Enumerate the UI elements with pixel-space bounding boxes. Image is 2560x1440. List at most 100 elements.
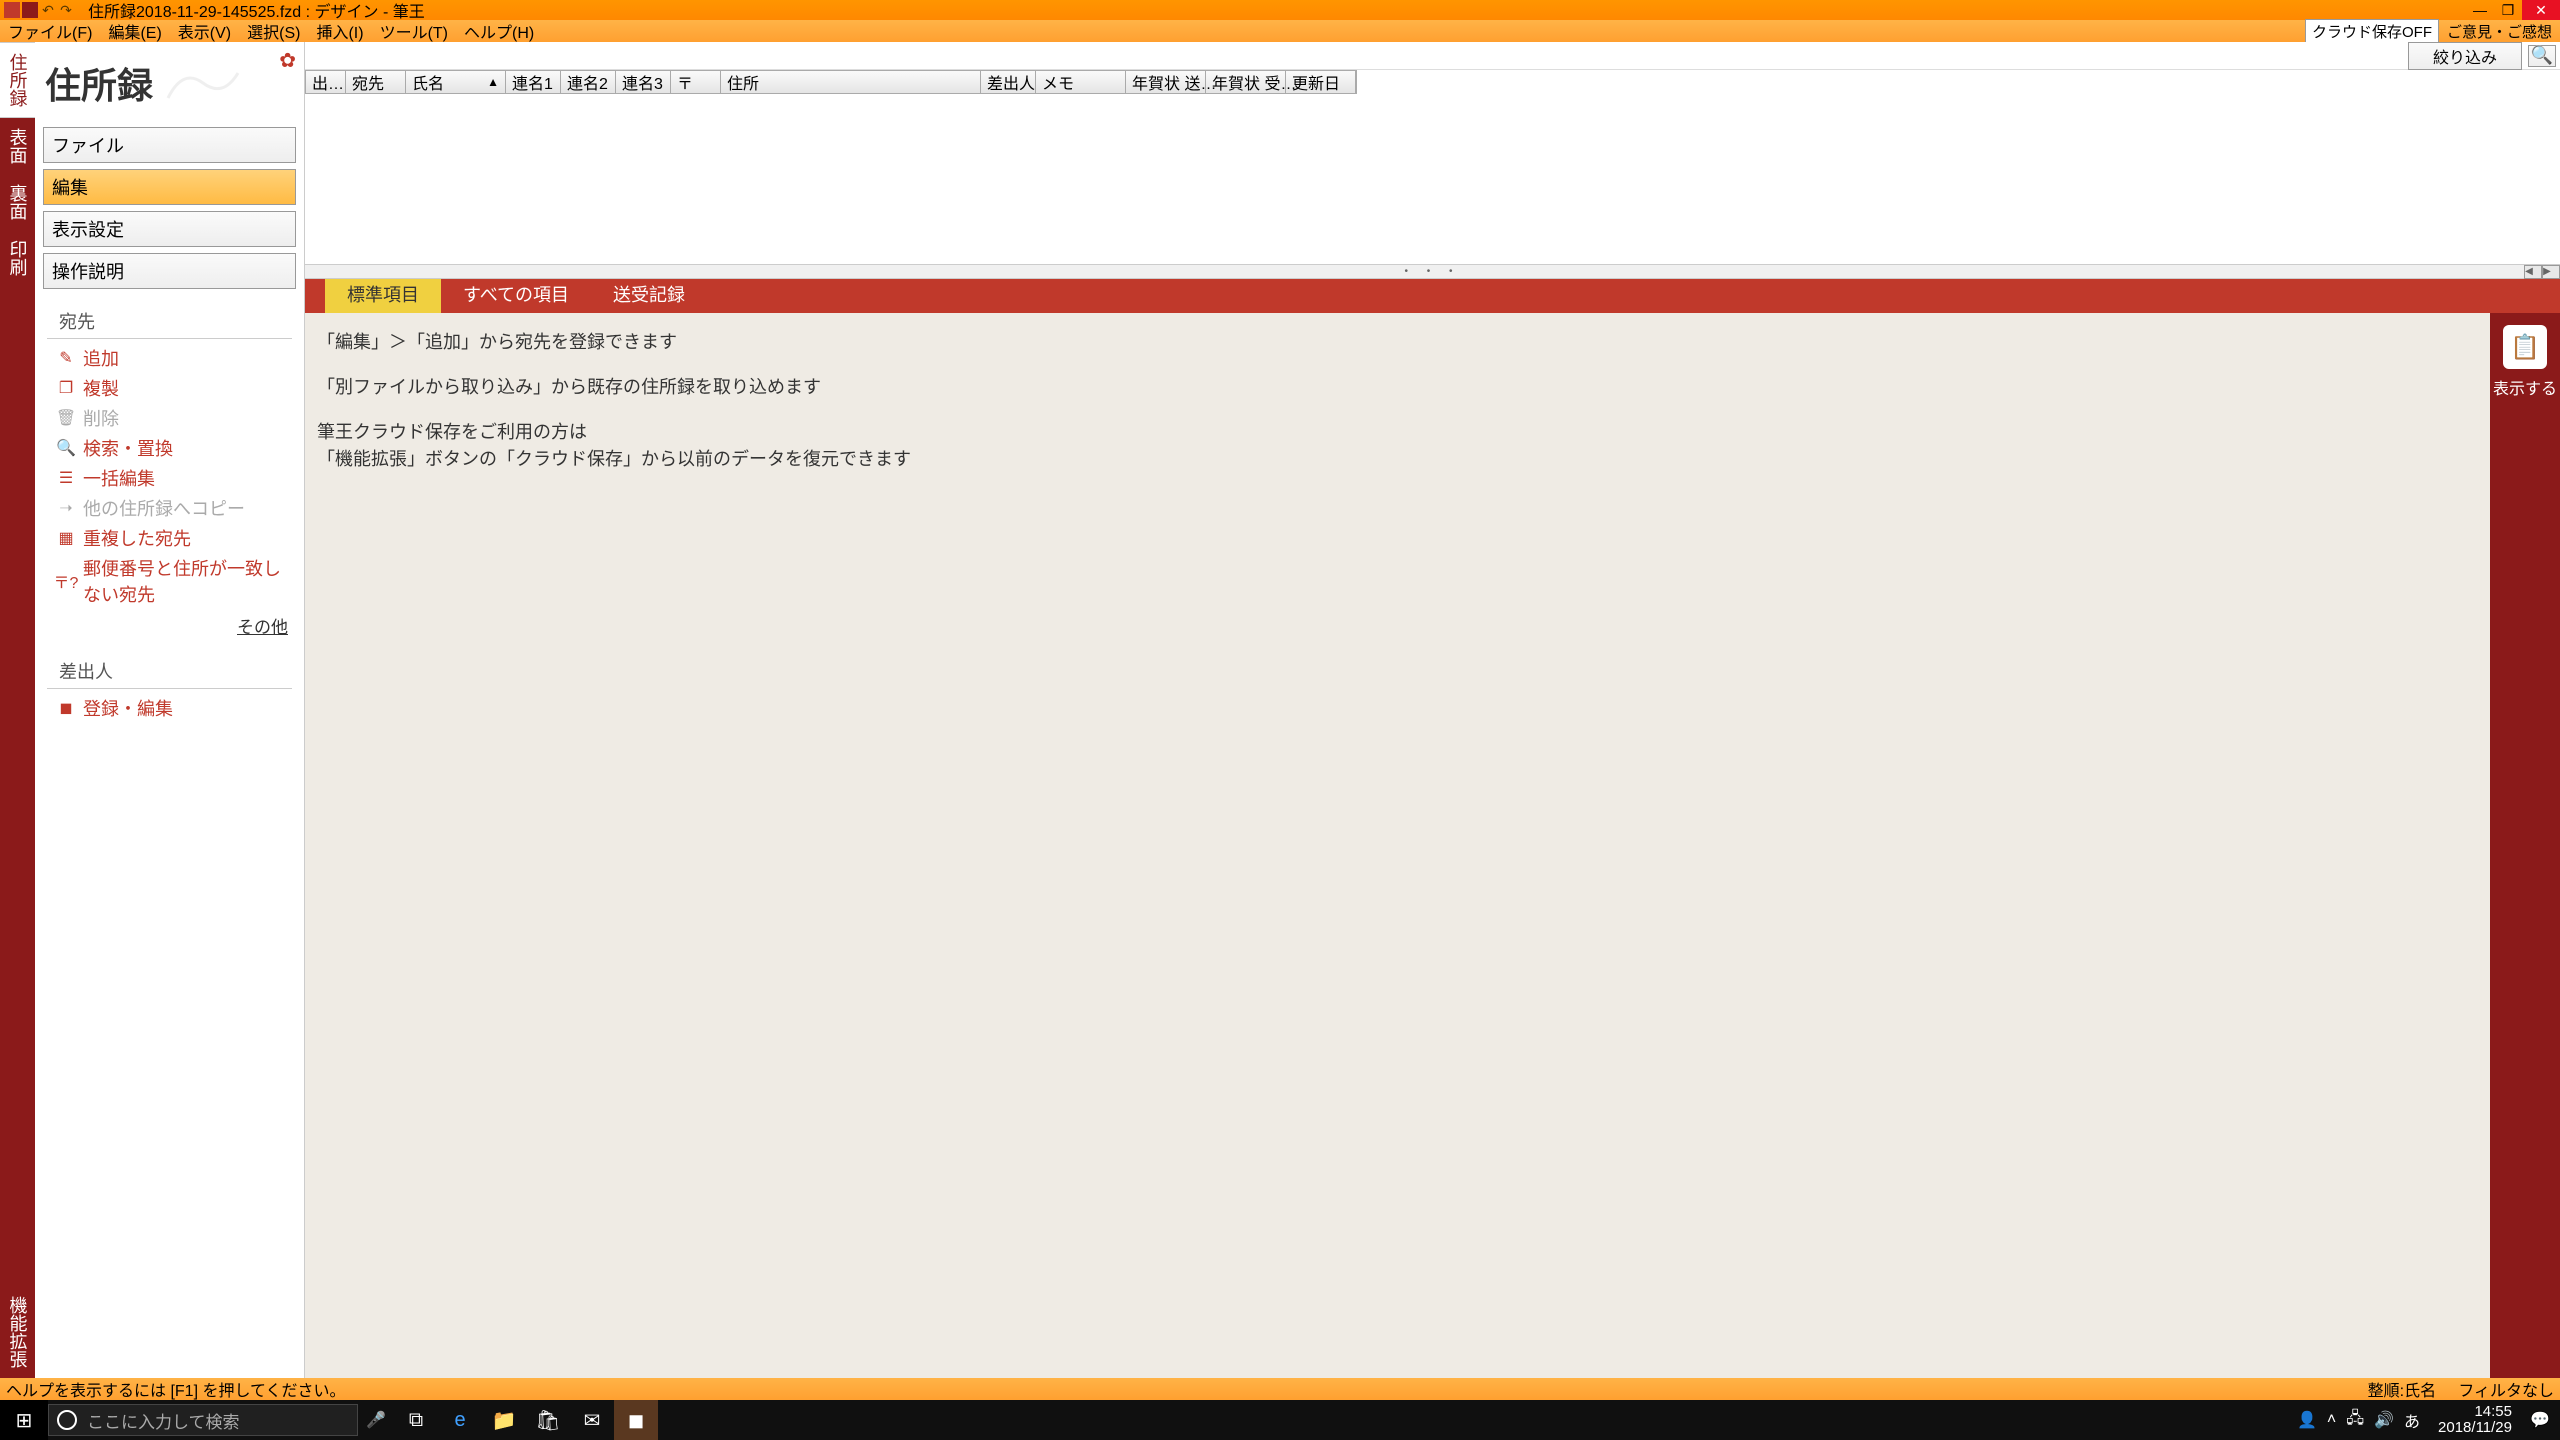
section-edit[interactable]: 編集 <box>43 169 296 205</box>
vtab-print[interactable]: 印刷 <box>0 230 35 286</box>
tray-up-icon[interactable]: ˄ <box>2327 1411 2336 1429</box>
splitter[interactable]: • • • ◀ ▶ <box>305 264 2560 279</box>
sb-copy-label: 複製 <box>83 375 119 401</box>
redo-icon[interactable]: ↷ <box>58 2 74 18</box>
statusbar: ヘルプを表示するには [F1] を押してください。 整順:氏名 フィルタなし <box>0 1378 2560 1400</box>
taskview-icon[interactable]: ⧉ <box>394 1400 438 1440</box>
col-updated[interactable]: 更新日 <box>1286 71 1356 93</box>
tray-network-icon[interactable]: 🖧 <box>2346 1407 2364 1434</box>
menu-help[interactable]: ヘルプ(H) <box>456 19 542 43</box>
col-renmei3[interactable]: 連名3 <box>616 71 671 93</box>
register-icon: ◼ <box>55 699 77 717</box>
gear-icon[interactable]: ✿ <box>279 48 296 73</box>
tab-all[interactable]: すべての項目 <box>441 275 591 313</box>
sb-dup-label: 重複した宛先 <box>83 525 191 551</box>
sb-add-label: 追加 <box>83 345 119 371</box>
taskbar-clock[interactable]: 14:55 2018/11/29 <box>2430 1404 2520 1437</box>
bulk-icon: ☰ <box>55 469 77 487</box>
tab-sendrecv[interactable]: 送受記録 <box>591 275 707 313</box>
titlebar: ↶ ↷ 住所録2018-11-29-145525.fzd : デザイン - 筆王… <box>0 0 2560 20</box>
cloud-save-off[interactable]: クラウド保存OFF <box>2305 19 2439 44</box>
sort-icon: ▲ <box>487 75 499 89</box>
app-icon <box>4 2 20 18</box>
sb-register[interactable]: ◼ 登録・編集 <box>35 693 304 723</box>
clock-time: 14:55 <box>2438 1404 2512 1421</box>
sidebar-title: 住所録 <box>45 57 153 109</box>
vtab-back[interactable]: 裏面 <box>0 174 35 230</box>
section-file[interactable]: ファイル <box>43 127 296 163</box>
menu-edit[interactable]: 編集(E) <box>100 19 169 43</box>
menu-view[interactable]: 表示(V) <box>170 19 239 43</box>
vtab-addressbook[interactable]: 住所録 <box>0 42 35 118</box>
maximize-button[interactable]: ❐ <box>2494 0 2522 20</box>
col-nyrecv[interactable]: 年賀状 受… <box>1206 71 1286 93</box>
clock-date: 2018/11/29 <box>2438 1420 2512 1437</box>
vertical-tabs: 住所録 表面 裏面 印刷 機能拡張 <box>0 42 35 1378</box>
menu-file[interactable]: ファイル(F) <box>0 19 100 43</box>
tab-standard[interactable]: 標準項目 <box>325 275 441 313</box>
col-output[interactable]: 出… <box>306 71 346 93</box>
start-button[interactable]: ⊞ <box>0 1400 48 1440</box>
sb-add[interactable]: ✎ 追加 <box>35 343 304 373</box>
splitter-right-icon[interactable]: ▶ <box>2542 265 2560 279</box>
sb-othercopy: ➝他の住所録へコピー <box>35 493 304 523</box>
sb-register-label: 登録・編集 <box>83 695 173 721</box>
vtab-extensions[interactable]: 機能拡張 <box>0 1286 35 1378</box>
store-icon[interactable]: 🛍 <box>526 1400 570 1440</box>
explorer-icon[interactable]: 📁 <box>482 1400 526 1440</box>
save-icon[interactable] <box>22 2 38 18</box>
menu-insert[interactable]: 挿入(I) <box>308 19 371 43</box>
taskbar-search[interactable]: ここに入力して検索 <box>48 1404 358 1436</box>
sb-other[interactable]: その他 <box>35 609 304 642</box>
edge-icon[interactable]: e <box>438 1400 482 1440</box>
menu-select[interactable]: 選択(S) <box>239 19 308 43</box>
grid-body[interactable] <box>305 94 2560 264</box>
section-display[interactable]: 表示設定 <box>43 211 296 247</box>
sb-dup[interactable]: ▦重複した宛先 <box>35 523 304 553</box>
menu-tool[interactable]: ツール(T) <box>372 19 456 43</box>
show-label: 表示する <box>2493 375 2557 399</box>
close-button[interactable]: ✕ <box>2522 0 2560 20</box>
tray-ime[interactable]: あ <box>2404 1408 2420 1432</box>
vtab-front[interactable]: 表面 <box>0 118 35 174</box>
col-renmei2[interactable]: 連名2 <box>561 71 616 93</box>
col-postal[interactable]: 〒 <box>671 71 721 93</box>
sb-copy[interactable]: ❐複製 <box>35 373 304 403</box>
col-address[interactable]: 住所 <box>721 71 981 93</box>
sidebar-header: ✿ 住所録 <box>35 42 304 124</box>
status-left: ヘルプを表示するには [F1] を押してください。 <box>6 1377 346 1401</box>
add-icon: ✎ <box>55 349 77 367</box>
splitter-left-icon[interactable]: ◀ <box>2524 265 2542 279</box>
detail-line1: 「編集」＞「追加」から宛先を登録できます <box>317 329 2478 356</box>
mail-icon[interactable]: ✉ <box>570 1400 614 1440</box>
sb-delete-label: 削除 <box>83 405 119 431</box>
sb-search-label: 検索・置換 <box>83 435 173 461</box>
tray-people-icon[interactable]: 👤 <box>2297 1410 2317 1430</box>
sb-mismatch[interactable]: 〒?郵便番号と住所が一致しない宛先 <box>35 553 304 609</box>
detail-wrap: 「編集」＞「追加」から宛先を登録できます 「別ファイルから取り込み」から既存の住… <box>305 313 2560 1378</box>
section-help[interactable]: 操作説明 <box>43 253 296 289</box>
filter-button[interactable]: 絞り込み <box>2408 42 2522 70</box>
col-renmei1[interactable]: 連名1 <box>506 71 561 93</box>
app-taskbar-icon[interactable]: ◼ <box>614 1400 658 1440</box>
show-button[interactable]: 📋 <box>2503 325 2547 369</box>
menubar: ファイル(F) 編集(E) 表示(V) 選択(S) 挿入(I) ツール(T) ヘ… <box>0 20 2560 42</box>
sb-search[interactable]: 🔍検索・置換 <box>35 433 304 463</box>
mic-icon[interactable]: 🎤 <box>358 1410 394 1430</box>
col-sender[interactable]: 差出人 <box>981 71 1036 93</box>
undo-icon[interactable]: ↶ <box>40 2 56 18</box>
grid-header: 出… 宛先 氏名▲ 連名1 連名2 連名3 〒 住所 差出人 メモ 年賀状 送…… <box>305 70 1357 94</box>
notification-icon[interactable]: 💬 <box>2520 1410 2560 1430</box>
search-button[interactable]: 🔍 <box>2528 45 2556 67</box>
minimize-button[interactable]: — <box>2466 0 2494 20</box>
col-atesaki[interactable]: 宛先 <box>346 71 406 93</box>
col-nysent[interactable]: 年賀状 送… <box>1126 71 1206 93</box>
feedback-link[interactable]: ご意見・ご感想 <box>2443 21 2556 42</box>
detail-rightbar: 📋 表示する <box>2490 313 2560 1378</box>
col-memo[interactable]: メモ <box>1036 71 1126 93</box>
tray-volume-icon[interactable]: 🔊 <box>2374 1410 2394 1430</box>
search-placeholder: ここに入力して検索 <box>87 1408 240 1433</box>
status-filter: フィルタなし <box>2458 1383 2554 1400</box>
col-name[interactable]: 氏名▲ <box>406 71 506 93</box>
sb-bulk[interactable]: ☰一括編集 <box>35 463 304 493</box>
